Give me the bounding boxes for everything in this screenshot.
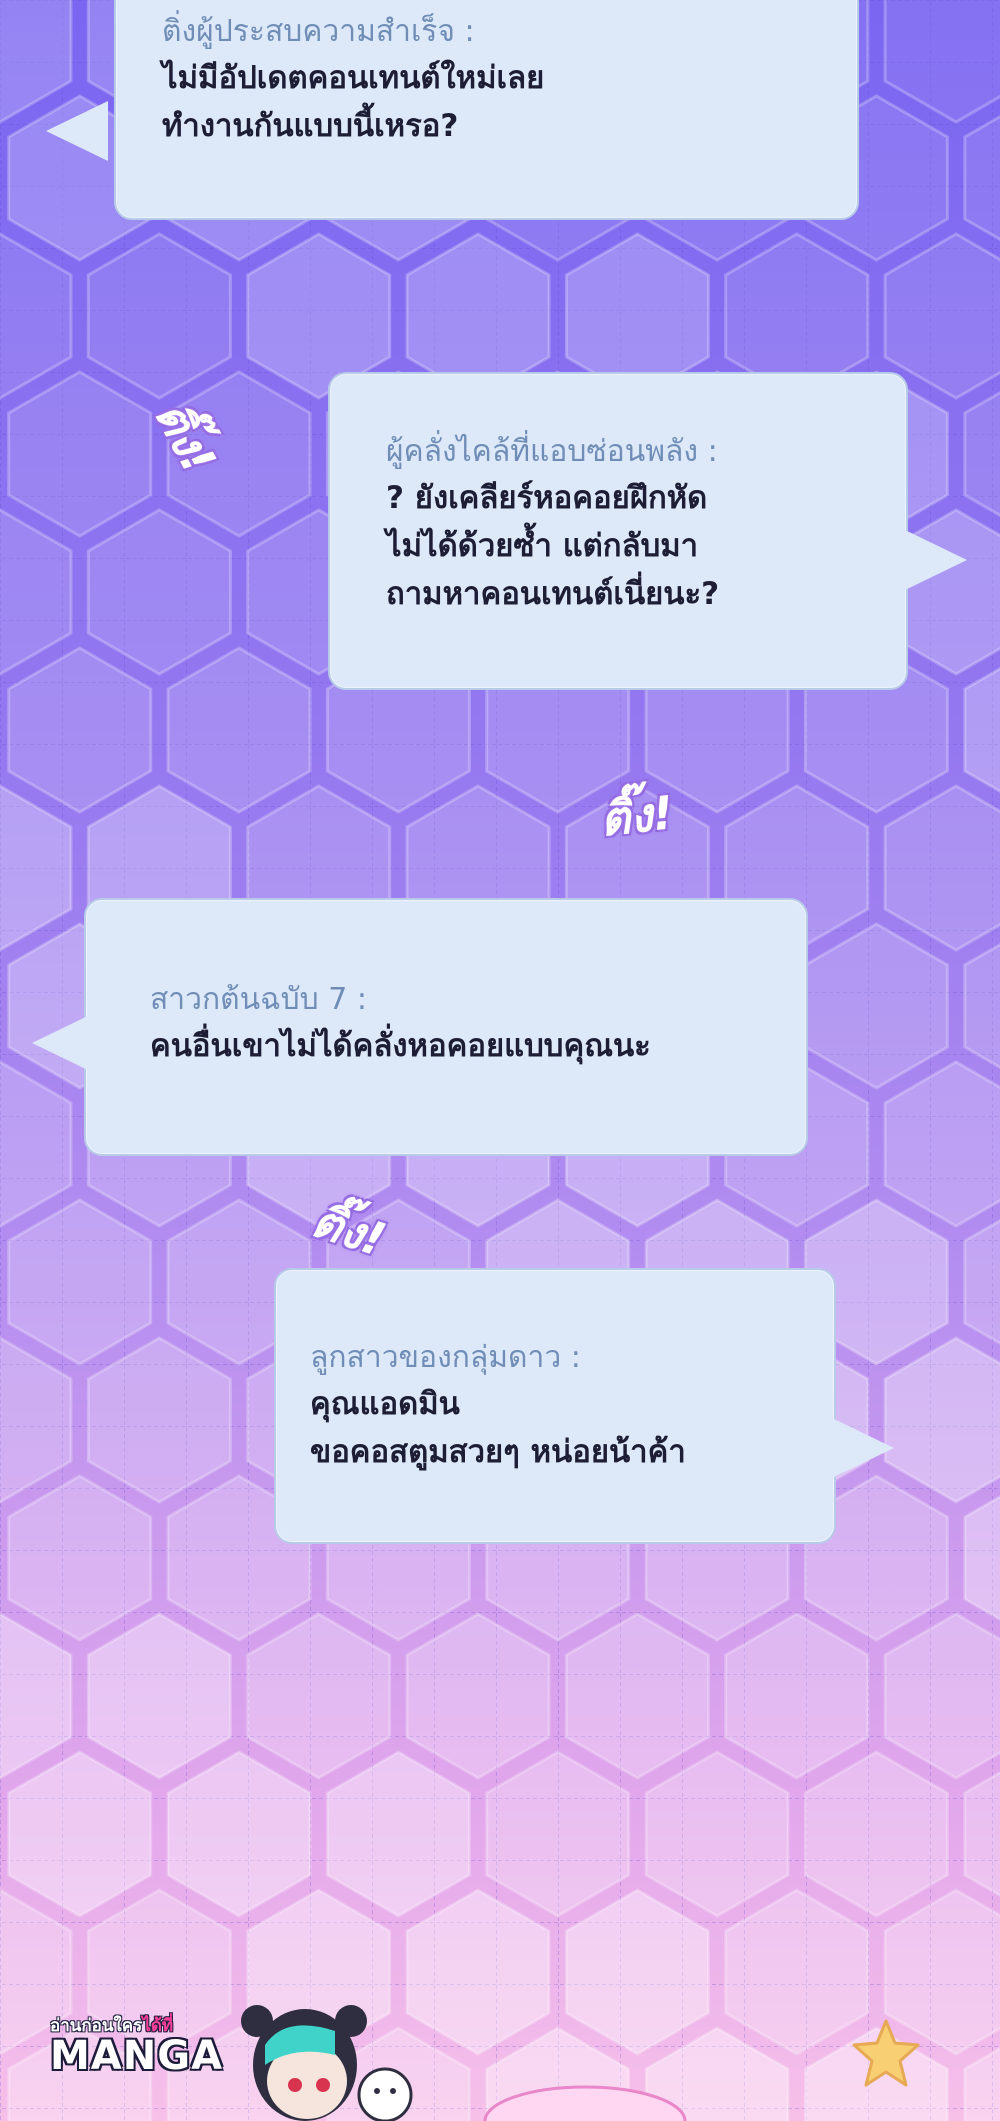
- bubble-tail: [32, 1013, 94, 1073]
- speaker-name: ติ่งผู้ประสบความสำเร็จ :: [162, 14, 475, 49]
- bubble-tail: [46, 101, 108, 161]
- message-line: คุณแอดมิน: [310, 1386, 460, 1422]
- bubble-tail: [905, 530, 967, 590]
- message-line: ไม่ได้ด้วยซ้ำ แต่กลับมา: [386, 528, 699, 564]
- message-line: ไม่มีอัปเดตคอนเทนต์ใหม่เลย: [162, 60, 545, 96]
- chat-bubble-3: สาวกต้นฉบับ 7 : คนอื่นเขาไม่ได้คลั่งหอคอ…: [84, 898, 808, 1156]
- bubble-tail: [832, 1418, 894, 1478]
- message-line: ถามหาคอนเทนต์เนี่ยนะ?: [386, 576, 720, 612]
- speaker-name: ผู้คลั่งไคล้ที่แอบซ่อนพลัง :: [386, 434, 718, 469]
- speaker-name: สาวกต้นฉบับ 7 :: [150, 982, 367, 1017]
- message-line: ทำงานกันแบบนี้เหรอ?: [162, 108, 459, 144]
- message-line: ? ยังเคลียร์หอคอยฝึกหัด: [386, 480, 708, 516]
- message-line: คนอื่นเขาไม่ได้คลั่งหอคอยแบบคุณนะ: [150, 1028, 651, 1064]
- watermark-brand: MANGA: [50, 2033, 224, 2079]
- chat-bubble-2: ผู้คลั่งไคล้ที่แอบซ่อนพลัง : ? ยังเคลียร…: [328, 372, 908, 690]
- sound-effect-ding: ติ๊ง!: [597, 785, 676, 847]
- message-line: ขอคอสตูมสวยๆ หน่อยน้าค้า: [310, 1434, 686, 1470]
- chat-bubble-1: ติ่งผู้ประสบความสำเร็จ : ไม่มีอัปเดตคอนเ…: [114, 0, 859, 220]
- mascot-logo: [241, 2005, 413, 2121]
- pink-decoration: [483, 2085, 687, 2121]
- speaker-name: ลูกสาวของกลุ่มดาว :: [310, 1340, 581, 1375]
- site-watermark: อ่านก่อนใครได้ที่ MANGA: [0, 1985, 1000, 2121]
- chat-bubble-4: ลูกสาวของกลุ่มดาว : คุณแอดมิน ขอคอสตูมสว…: [274, 1268, 836, 1544]
- star-icon: [852, 2019, 920, 2087]
